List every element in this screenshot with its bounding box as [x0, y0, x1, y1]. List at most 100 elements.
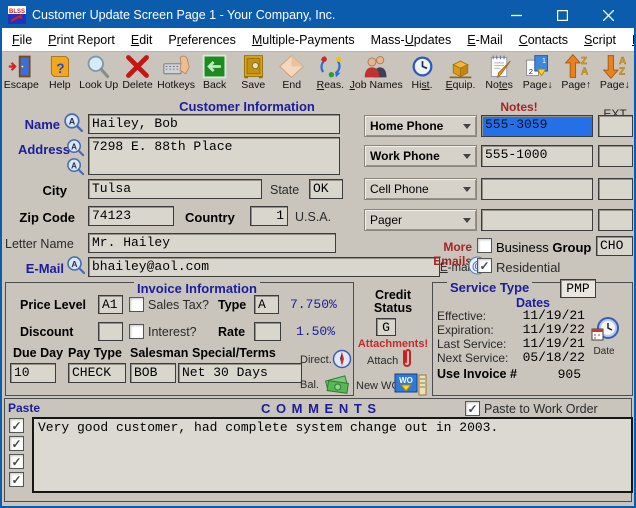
- phone-number-input-3[interactable]: [481, 178, 593, 200]
- escape-button[interactable]: Escape: [2, 52, 41, 98]
- directions-compass-icon[interactable]: [332, 349, 352, 372]
- service-type-panel: Service Type PMP Dates Effective: 11/19/…: [432, 279, 633, 396]
- menu-help[interactable]: Help: [624, 30, 634, 50]
- address-input[interactable]: 7298 E. 88th Place: [88, 137, 340, 175]
- residential-checkbox[interactable]: [477, 258, 492, 273]
- business-group-checkbox[interactable]: [477, 238, 492, 253]
- discount-label: Discount: [20, 325, 74, 339]
- phone-number-input-4[interactable]: [481, 209, 593, 231]
- date-calendar-clock-icon[interactable]: [589, 316, 621, 349]
- state-input[interactable]: OK: [309, 179, 343, 199]
- job-names-people-icon: [364, 56, 387, 78]
- comment-row-checkbox-1[interactable]: [9, 418, 24, 433]
- tax-type-label: Type: [218, 298, 247, 312]
- look-up-button[interactable]: Look Up: [79, 52, 118, 98]
- page-down-sort-az-icon: AZ: [602, 55, 627, 79]
- phone-type-dropdown-2[interactable]: Work Phone: [364, 145, 477, 167]
- balance-money-icon[interactable]: [324, 373, 352, 400]
- maximize-button[interactable]: [542, 2, 582, 28]
- history-button[interactable]: Hist.: [403, 52, 442, 98]
- rate-input[interactable]: [254, 322, 281, 341]
- menu-print-report[interactable]: Print Report: [40, 30, 123, 50]
- save-safe-icon: [243, 55, 263, 79]
- address-lookup-icon-2[interactable]: A: [66, 157, 85, 179]
- comments-textarea[interactable]: Very good customer, had complete system …: [32, 417, 633, 493]
- credit-status-input[interactable]: G: [376, 318, 396, 336]
- interest-checkbox[interactable]: [129, 324, 144, 339]
- menu-file[interactable]: File: [4, 30, 40, 50]
- comment-row-checkbox-3[interactable]: [9, 454, 24, 469]
- window-title: Customer Update Screen Page 1 - Your Com…: [32, 8, 336, 22]
- phone-type-dropdown-3[interactable]: Cell Phone: [364, 178, 477, 200]
- zip-label: Zip Code: [19, 210, 75, 225]
- email-lookup-icon[interactable]: A: [66, 255, 86, 278]
- svg-text:BLSS: BLSS: [9, 9, 25, 15]
- menu-edit[interactable]: Edit: [123, 30, 161, 50]
- minimize-button[interactable]: [496, 2, 536, 28]
- price-level-input[interactable]: A1: [98, 295, 123, 314]
- end-button[interactable]: End: [272, 52, 311, 98]
- back-button[interactable]: Back: [195, 52, 234, 98]
- attach-paperclip-icon[interactable]: [400, 348, 414, 373]
- zip-input[interactable]: 74123: [88, 206, 174, 226]
- delete-button[interactable]: Delete: [118, 52, 157, 98]
- menu-preferences[interactable]: Preferences: [160, 30, 243, 50]
- svg-text:A: A: [619, 56, 626, 67]
- comment-row-checkbox-4[interactable]: [9, 472, 24, 487]
- rate-label: Rate: [218, 325, 246, 339]
- chevron-down-icon: [463, 123, 471, 129]
- svg-text:?: ?: [57, 61, 65, 76]
- due-day-input[interactable]: 10: [10, 363, 56, 383]
- email-input[interactable]: bhailey@aol.com: [88, 257, 440, 277]
- blss-logo-icon[interactable]: BLSS: [8, 6, 26, 24]
- letter-name-input[interactable]: Mr. Hailey: [88, 233, 336, 253]
- new-work-order-icon[interactable]: WO: [393, 373, 429, 400]
- phone-ext-input-3[interactable]: [598, 178, 633, 200]
- help-book-icon: ?: [51, 56, 70, 77]
- save-button[interactable]: Save: [234, 52, 273, 98]
- name-input[interactable]: Hailey, Bob: [88, 114, 340, 134]
- invoice-info-header: Invoice Information: [134, 281, 260, 296]
- menu-script[interactable]: Script: [576, 30, 624, 50]
- attachments-link[interactable]: Attachments!: [354, 338, 432, 350]
- page-down-sort-button[interactable]: AZ Page↓: [596, 52, 634, 98]
- country-input[interactable]: 1: [250, 206, 288, 226]
- menu-multiple-payments[interactable]: Multiple-Payments: [244, 30, 363, 50]
- country-label: Country: [185, 210, 235, 225]
- close-button[interactable]: [588, 2, 628, 28]
- salesman-input[interactable]: BOB: [130, 363, 176, 383]
- phone-number-input-1[interactable]: 555-3059: [481, 115, 593, 137]
- equipment-button[interactable]: Equip.: [441, 52, 480, 98]
- menu-email[interactable]: E-Mail: [459, 30, 510, 50]
- date-icon-label: Date: [593, 346, 615, 357]
- phone-ext-input-2[interactable]: [598, 145, 633, 167]
- hotkeys-button[interactable]: Hotkeys: [157, 52, 196, 98]
- menu-mass-updates[interactable]: Mass-Updates: [363, 30, 460, 50]
- business-group-input[interactable]: CHO: [596, 236, 633, 256]
- job-names-button[interactable]: Job Names: [350, 52, 403, 98]
- chevron-down-icon: [463, 217, 471, 223]
- menu-contacts[interactable]: Contacts: [511, 30, 576, 50]
- phone-type-dropdown-1[interactable]: Home Phone: [364, 115, 477, 137]
- phone-type-dropdown-4[interactable]: Pager: [364, 209, 477, 231]
- reassign-button[interactable]: Reas.: [311, 52, 350, 98]
- sales-tax-checkbox[interactable]: [129, 297, 144, 312]
- name-lookup-icon[interactable]: A: [63, 112, 84, 136]
- pay-type-input[interactable]: CHECK: [68, 363, 126, 383]
- phone-ext-input-1[interactable]: [598, 115, 633, 137]
- tax-type-input[interactable]: A: [254, 295, 279, 314]
- phone-ext-input-4[interactable]: [598, 209, 633, 231]
- paste-label[interactable]: Paste: [8, 401, 40, 415]
- phone-number-input-2[interactable]: 555-1000: [481, 145, 593, 167]
- comment-row-checkbox-2[interactable]: [9, 436, 24, 451]
- help-button[interactable]: ? Help: [41, 52, 80, 98]
- paste-to-work-order-checkbox[interactable]: [465, 401, 480, 416]
- notes-button[interactable]: Notes: [480, 52, 519, 98]
- phone-notes-link[interactable]: Notes!: [479, 100, 559, 114]
- discount-input[interactable]: [98, 322, 123, 341]
- page-down-button[interactable]: 21 Page↓: [518, 52, 557, 98]
- page-up-sort-button[interactable]: ZA Page↑: [557, 52, 596, 98]
- special-terms-input[interactable]: Net 30 Days: [178, 363, 302, 383]
- city-input[interactable]: Tulsa: [88, 179, 262, 199]
- sales-tax-label: Sales Tax?: [148, 298, 209, 312]
